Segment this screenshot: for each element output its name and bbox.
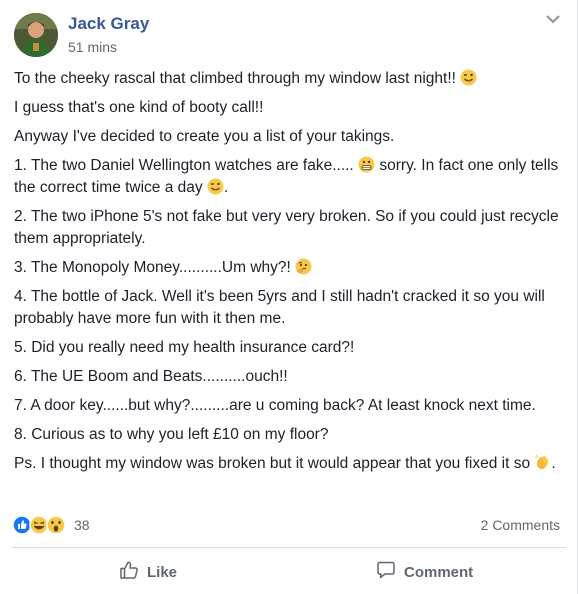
post-line-text: 4. The bottle of Jack. Well it's been 5y… (14, 288, 545, 327)
post-actions: Like Comment (0, 552, 578, 592)
post-line-text: 2. The two iPhone 5's not fake but very … (14, 208, 559, 247)
post-line: Ps. I thought my window was broken but i… (14, 453, 566, 475)
reaction-count[interactable]: 38 (74, 517, 90, 533)
post-card: Jack Gray 51 mins To the cheeky rascal t… (0, 0, 578, 594)
post-header: Jack Gray 51 mins (0, 0, 578, 66)
post-line-text: 6. The UE Boom and Beats..........ouch!! (14, 368, 288, 385)
comment-button[interactable]: Comment (376, 552, 473, 592)
post-line: 5. Did you really need my health insuran… (14, 337, 566, 359)
grimacing-emoji-icon (358, 156, 375, 173)
like-label: Like (147, 563, 178, 581)
post-line-text: 8. Curious as to why you left £10 on my … (14, 426, 329, 443)
post-line-text: To the cheeky rascal that climbed throug… (14, 70, 456, 87)
reactions-bar: 38 2 Comments (12, 514, 566, 536)
post-line: To the cheeky rascal that climbed throug… (14, 68, 566, 90)
post-line-text: . (551, 455, 556, 472)
comments-count-link[interactable]: 2 Comments (481, 517, 560, 533)
chevron-down-icon[interactable] (544, 10, 562, 28)
post-line-text: 1. The two Daniel Wellington watches are… (14, 157, 354, 174)
post-line-text: 3. The Monopoly Money..........Um why?! (14, 259, 291, 276)
post-line: 2. The two iPhone 5's not fake but very … (14, 206, 566, 250)
post-line: 4. The bottle of Jack. Well it's been 5y… (14, 286, 566, 330)
wow-reaction-icon (46, 515, 66, 535)
author-name[interactable]: Jack Gray (68, 14, 149, 34)
post-line-text: . (223, 179, 229, 196)
post-line: Anyway I've decided to create you a list… (14, 126, 566, 148)
like-reaction-icon (12, 515, 32, 535)
post-timestamp[interactable]: 51 mins (68, 39, 117, 55)
post-line: 7. A door key......but why?.........are … (14, 395, 566, 417)
like-button[interactable]: Like (119, 552, 177, 592)
thinking-emoji-icon (295, 258, 312, 275)
reaction-icons[interactable] (12, 514, 72, 536)
post-line-text: I guess that's one kind of booty call!! (14, 99, 264, 116)
post-line-text: Ps. I thought my window was broken but i… (14, 455, 531, 472)
post-line: 6. The UE Boom and Beats..........ouch!! (14, 366, 566, 388)
avatar[interactable] (14, 13, 58, 57)
post-line-text: 5. Did you really need my health insuran… (14, 339, 355, 356)
post-line-text: Anyway I've decided to create you a list… (14, 128, 395, 145)
comment-label: Comment (404, 563, 474, 581)
divider (12, 547, 566, 548)
post-body: To the cheeky rascal that climbed throug… (14, 68, 566, 482)
winking-tongue-emoji-icon (460, 69, 477, 86)
haha-reaction-icon (29, 515, 49, 535)
clapping-hands-emoji-icon (534, 454, 551, 471)
post-line: 8. Curious as to why you left £10 on my … (14, 424, 566, 446)
post-line-text: 7. A door key......but why?.........are … (14, 397, 536, 414)
post-line: 3. The Monopoly Money..........Um why?! (14, 257, 566, 279)
post-line: I guess that's one kind of booty call!! (14, 97, 566, 119)
speech-bubble-icon (376, 560, 396, 584)
thumbs-up-icon (119, 560, 139, 584)
post-line: 1. The two Daniel Wellington watches are… (14, 155, 566, 199)
winking-tongue-emoji-icon (207, 178, 224, 195)
